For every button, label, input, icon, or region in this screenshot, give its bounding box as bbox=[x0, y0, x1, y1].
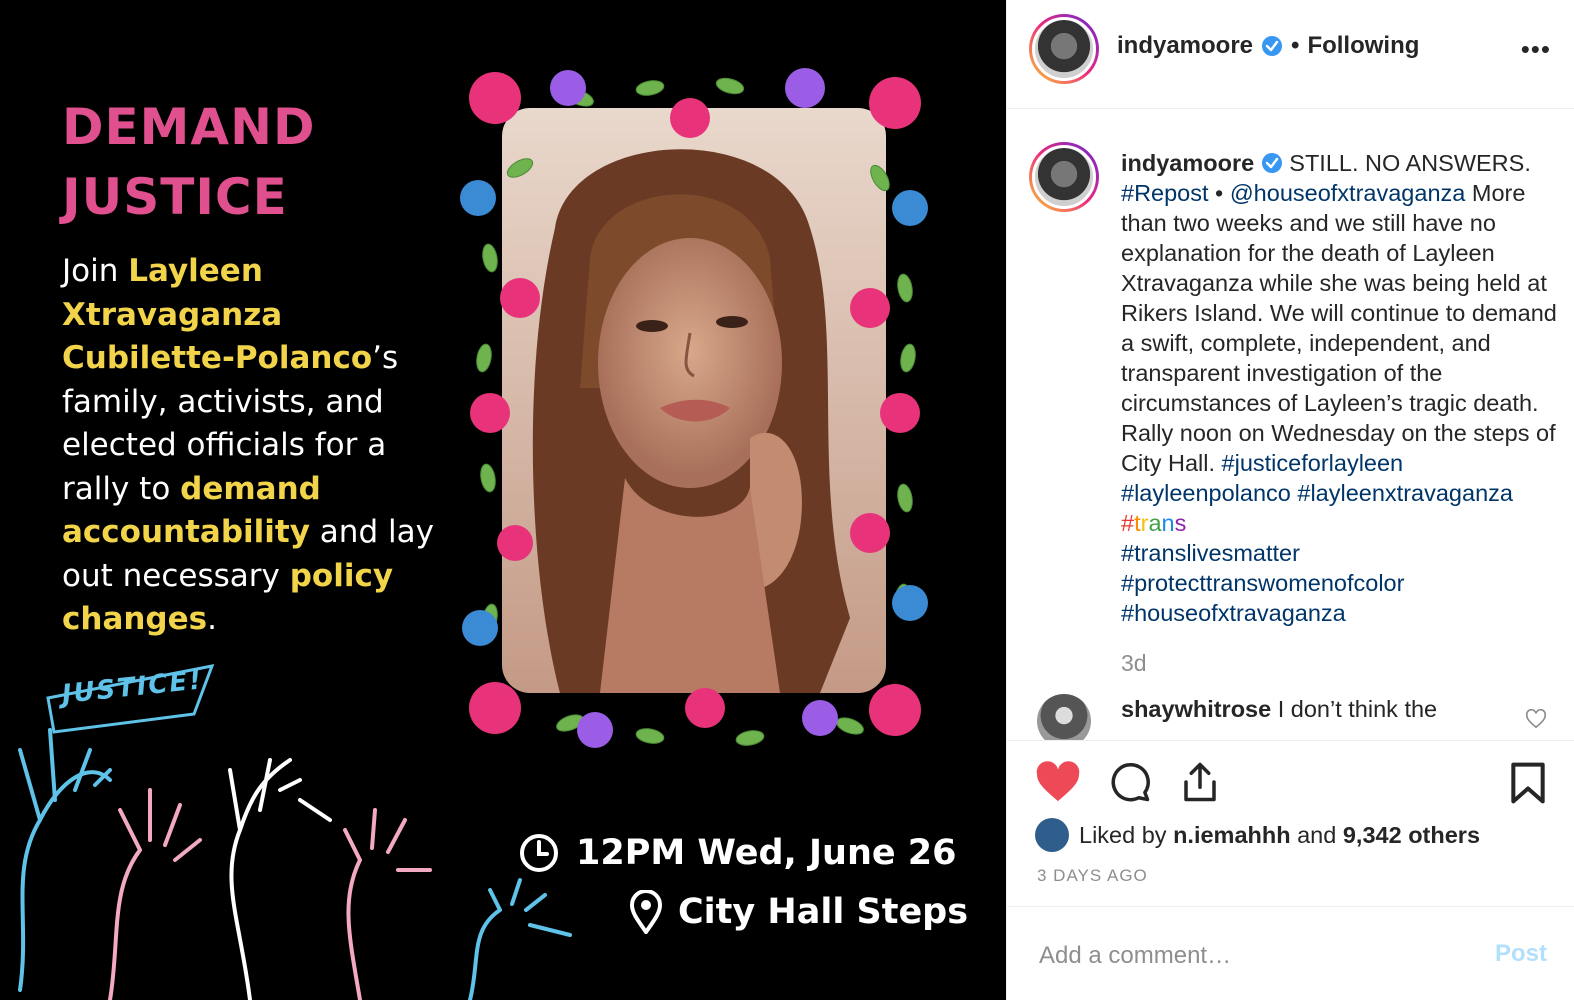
hashtag-link[interactable]: #translivesmatter bbox=[1121, 540, 1300, 566]
comment-text: shaywhitrose I don’t think the bbox=[1121, 696, 1437, 723]
hashtag-link[interactable]: #Repost bbox=[1121, 180, 1209, 206]
floral-portrait-frame bbox=[450, 58, 940, 758]
rainbow-char: a bbox=[1148, 510, 1162, 536]
body-text: . bbox=[207, 601, 217, 637]
header-separator: • bbox=[1291, 32, 1300, 59]
rainbow-char: # bbox=[1121, 510, 1135, 536]
post-sidebar: indyamoore • Following ••• indyamoore ST… bbox=[1006, 0, 1574, 1000]
headline: DEMAND JUSTICE bbox=[62, 92, 315, 232]
event-time: 12PM Wed, June 26 bbox=[518, 832, 957, 874]
heart-like-icon[interactable] bbox=[1035, 761, 1081, 803]
event-time-text: 12PM Wed, June 26 bbox=[576, 833, 957, 873]
hashtag-link[interactable]: #layleenxtravaganza bbox=[1297, 480, 1513, 506]
commenter-avatar[interactable] bbox=[1037, 694, 1091, 740]
author-avatar[interactable] bbox=[1029, 14, 1099, 84]
action-bar bbox=[1007, 741, 1574, 804]
hashtag-link-rainbow[interactable]: #trans bbox=[1121, 510, 1186, 536]
comment-bubble-icon[interactable] bbox=[1109, 761, 1151, 803]
post-image[interactable]: DEMAND JUSTICE Join Layleen Xtravaganza … bbox=[0, 0, 1006, 1000]
mention-link[interactable]: @houseofxtravaganza bbox=[1230, 180, 1466, 206]
comment-like-heart-icon[interactable] bbox=[1525, 708, 1547, 730]
author-username-link[interactable]: indyamoore bbox=[1117, 32, 1253, 60]
portrait-illustration bbox=[460, 68, 928, 748]
name-highlight: Xtravaganza bbox=[62, 296, 283, 333]
highlight: demand bbox=[180, 470, 321, 507]
comment-input[interactable] bbox=[1037, 937, 1461, 975]
headline-line-2: JUSTICE bbox=[62, 168, 288, 226]
caption-username-link[interactable]: indyamoore bbox=[1121, 150, 1254, 176]
hashtag-link[interactable]: #protecttranswomenofcolor bbox=[1121, 570, 1404, 596]
rainbow-char: s bbox=[1174, 510, 1187, 536]
commenter-username-link[interactable]: shaywhitrose bbox=[1121, 696, 1271, 722]
header-user: indyamoore • Following bbox=[1117, 32, 1419, 60]
verified-badge-icon bbox=[1261, 153, 1282, 173]
highlight: accountability bbox=[62, 514, 310, 550]
likes-count-link[interactable]: 9,342 others bbox=[1343, 822, 1480, 848]
post-header: indyamoore • Following ••• bbox=[1007, 0, 1574, 109]
headline-line-1: DEMAND bbox=[62, 98, 316, 156]
caption-bullet: • bbox=[1208, 180, 1230, 206]
event-place-text: City Hall Steps bbox=[678, 892, 969, 932]
body-copy: Join Layleen Xtravaganza Cubilette-Polan… bbox=[62, 250, 442, 642]
verified-badge-icon bbox=[1262, 36, 1283, 56]
comment-row: shaywhitrose I don’t think the bbox=[1037, 694, 1557, 740]
rainbow-char: n bbox=[1161, 510, 1175, 536]
location-pin-icon bbox=[630, 890, 662, 934]
caption-lead: STILL. NO ANSWERS. bbox=[1282, 150, 1531, 176]
likes-summary[interactable]: Liked by n.iemahhh and 9,342 others bbox=[1035, 818, 1480, 852]
liker-avatar[interactable] bbox=[1035, 818, 1069, 852]
caption-author-avatar[interactable] bbox=[1029, 142, 1099, 212]
event-place: City Hall Steps bbox=[630, 890, 968, 934]
hashtag-link[interactable]: #houseofxtravaganza bbox=[1121, 600, 1346, 626]
likes-prefix: Liked by bbox=[1079, 821, 1174, 848]
bookmark-save-icon[interactable] bbox=[1509, 761, 1547, 805]
following-button[interactable]: Following bbox=[1307, 32, 1419, 60]
caption-and-comments[interactable]: indyamoore STILL. NO ANSWERS. #Repost • … bbox=[1007, 108, 1574, 741]
hashtag-link[interactable]: #justiceforlayleen bbox=[1222, 450, 1404, 476]
more-options-icon[interactable]: ••• bbox=[1521, 34, 1551, 65]
clock-icon bbox=[520, 834, 558, 872]
post-date[interactable]: 3 DAYS AGO bbox=[1037, 866, 1148, 886]
post-comment-button[interactable]: Post bbox=[1489, 939, 1553, 969]
body-text: Join bbox=[62, 253, 129, 289]
name-highlight: Cubilette-Polanco bbox=[62, 340, 373, 376]
caption-age[interactable]: 3d bbox=[1121, 650, 1147, 677]
add-comment-bar: Post bbox=[1007, 906, 1574, 1001]
liker-username-link[interactable]: n.iemahhh bbox=[1173, 822, 1291, 848]
hashtag-link[interactable]: #layleenpolanco bbox=[1121, 480, 1291, 506]
likes-middle: and bbox=[1290, 821, 1343, 848]
caption: indyamoore STILL. NO ANSWERS. #Repost • … bbox=[1121, 148, 1561, 628]
share-icon[interactable] bbox=[1179, 761, 1221, 803]
name-highlight: Layleen bbox=[128, 253, 263, 289]
comment-body: I don’t think the bbox=[1271, 696, 1438, 722]
caption-text: More than two weeks and we still have no… bbox=[1121, 180, 1557, 476]
